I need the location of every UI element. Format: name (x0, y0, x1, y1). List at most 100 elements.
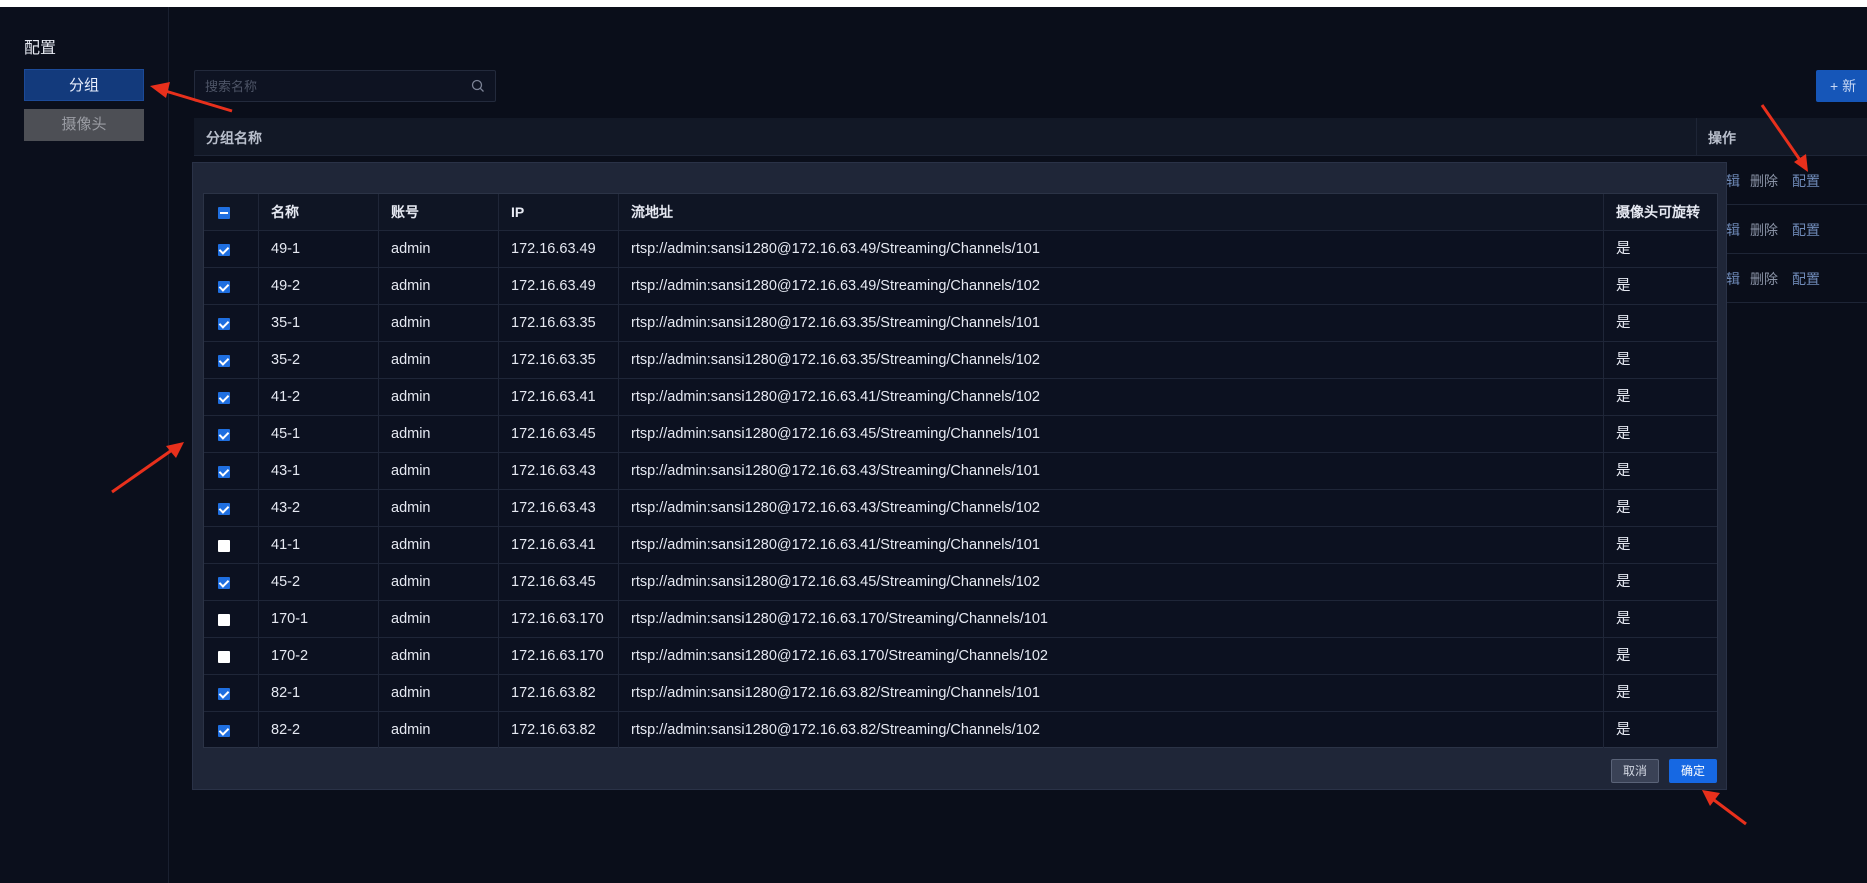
column-header-ip: IP (499, 194, 619, 230)
checkbox-cell (204, 231, 259, 267)
camera-stream-url: rtsp://admin:sansi1280@172.16.63.49/Stre… (619, 268, 1604, 304)
sidebar: 配置 分组 摄像头 (0, 7, 169, 883)
ok-button[interactable]: 确定 (1669, 759, 1717, 783)
camera-name: 82-1 (259, 675, 379, 711)
camera-ip: 172.16.63.170 (499, 601, 619, 637)
sidebar-item-camera[interactable]: 摄像头 (24, 109, 144, 141)
select-all-checkbox[interactable] (218, 207, 230, 219)
select-all-cell (204, 194, 259, 230)
camera-rotatable: 是 (1616, 722, 1631, 738)
camera-stream-url: rtsp://admin:sansi1280@172.16.63.41/Stre… (619, 379, 1604, 415)
camera-stream-url: rtsp://admin:sansi1280@172.16.63.45/Stre… (619, 416, 1604, 452)
row-checkbox[interactable] (218, 429, 230, 441)
table-row: 41-1 admin 172.16.63.41 rtsp://admin:sansi1… (204, 527, 1717, 564)
row-checkbox[interactable] (218, 540, 230, 552)
row-checkbox[interactable] (218, 355, 230, 367)
camera-account: admin (379, 416, 499, 452)
camera-name: 170-2 (259, 638, 379, 674)
checkbox-cell (204, 601, 259, 637)
camera-stream-url: rtsp://admin:sansi1280@172.16.63.49/Stre… (619, 231, 1604, 267)
new-button[interactable]: + 新 (1816, 70, 1867, 102)
camera-name: 49-2 (259, 268, 379, 304)
checkbox-cell (204, 342, 259, 378)
row-checkbox[interactable] (218, 281, 230, 293)
row-checkbox[interactable] (218, 614, 230, 626)
delete-link[interactable]: 删除 (1750, 220, 1778, 240)
table-row: 35-2 admin 172.16.63.35 rtsp://admin:sansi1… (204, 342, 1717, 379)
camera-stream-url: rtsp://admin:sansi1280@172.16.63.43/Stre… (619, 490, 1604, 526)
camera-account: admin (379, 638, 499, 674)
camera-rotatable: 是 (1616, 426, 1631, 442)
camera-account: admin (379, 490, 499, 526)
row-checkbox[interactable] (218, 318, 230, 330)
checkbox-cell (204, 416, 259, 452)
row-checkbox[interactable] (218, 651, 230, 663)
camera-ip: 172.16.63.43 (499, 490, 619, 526)
group-table-header: 分组名称 操作 (194, 118, 1867, 156)
camera-account: admin (379, 342, 499, 378)
table-row: 82-2 admin 172.16.63.82 rtsp://admin:sansi1… (204, 712, 1717, 749)
table-row: 49-1 admin 172.16.63.49 rtsp://admin:sansi1… (204, 231, 1717, 268)
camera-stream-url: rtsp://admin:sansi1280@172.16.63.170/Str… (619, 638, 1604, 674)
table-row: 43-2 admin 172.16.63.43 rtsp://admin:sansi1… (204, 490, 1717, 527)
config-link[interactable]: 配置 (1792, 171, 1820, 191)
delete-link[interactable]: 删除 (1750, 171, 1778, 191)
camera-ip: 172.16.63.35 (499, 342, 619, 378)
camera-ip: 172.16.63.43 (499, 453, 619, 489)
search-input[interactable] (195, 71, 495, 101)
camera-account: admin (379, 268, 499, 304)
sidebar-item-group[interactable]: 分组 (24, 69, 144, 101)
config-link[interactable]: 配置 (1792, 269, 1820, 289)
table-row: 170-2 admin 172.16.63.170 rtsp://admin:sans… (204, 638, 1717, 675)
row-checkbox[interactable] (218, 688, 230, 700)
camera-ip: 172.16.63.170 (499, 638, 619, 674)
camera-rotatable: 是 (1616, 574, 1631, 590)
camera-ip: 172.16.63.45 (499, 564, 619, 600)
row-checkbox[interactable] (218, 392, 230, 404)
config-link[interactable]: 配置 (1792, 220, 1820, 240)
camera-stream-url: rtsp://admin:sansi1280@172.16.63.170/Str… (619, 601, 1604, 637)
checkbox-cell (204, 712, 259, 748)
camera-account: admin (379, 305, 499, 341)
camera-rotatable: 是 (1616, 537, 1631, 553)
table-row: 43-1 admin 172.16.63.43 rtsp://admin:sansi1… (204, 453, 1717, 490)
camera-rotatable: 是 (1616, 389, 1631, 405)
top-strip (0, 0, 1867, 7)
camera-name: 43-1 (259, 453, 379, 489)
row-checkbox[interactable] (218, 244, 230, 256)
row-checkbox[interactable] (218, 577, 230, 589)
camera-stream-url: rtsp://admin:sansi1280@172.16.63.35/Stre… (619, 305, 1604, 341)
checkbox-cell (204, 527, 259, 563)
search-icon[interactable] (471, 79, 485, 93)
column-header-operations: 操作 (1708, 130, 1736, 146)
camera-ip: 172.16.63.82 (499, 675, 619, 711)
delete-link[interactable]: 删除 (1750, 269, 1778, 289)
camera-account: admin (379, 527, 499, 563)
checkbox-cell (204, 490, 259, 526)
column-header-group-name: 分组名称 (206, 130, 262, 146)
table-row: 35-1 admin 172.16.63.35 rtsp://admin:sansi1… (204, 305, 1717, 342)
camera-stream-url: rtsp://admin:sansi1280@172.16.63.41/Stre… (619, 527, 1604, 563)
row-checkbox[interactable] (218, 466, 230, 478)
camera-rotatable: 是 (1616, 463, 1631, 479)
edit-link[interactable]: 辑 (1726, 171, 1740, 191)
edit-link[interactable]: 辑 (1726, 269, 1740, 289)
camera-rotatable: 是 (1616, 500, 1631, 516)
row-checkbox[interactable] (218, 725, 230, 737)
checkbox-cell (204, 453, 259, 489)
camera-table: 名称 账号 IP 流地址 摄像头可旋转 49-1 admin 172.16.63.4… (203, 193, 1718, 749)
camera-name: 170-1 (259, 601, 379, 637)
camera-name: 41-2 (259, 379, 379, 415)
column-header-account: 账号 (379, 194, 499, 230)
camera-ip: 172.16.63.49 (499, 268, 619, 304)
cancel-button[interactable]: 取消 (1611, 759, 1659, 783)
edit-link[interactable]: 辑 (1726, 220, 1740, 240)
camera-ip: 172.16.63.35 (499, 305, 619, 341)
camera-stream-url: rtsp://admin:sansi1280@172.16.63.45/Stre… (619, 564, 1604, 600)
table-row: 170-1 admin 172.16.63.170 rtsp://admin:sans… (204, 601, 1717, 638)
table-row: 82-1 admin 172.16.63.82 rtsp://admin:sansi1… (204, 675, 1717, 712)
camera-rotatable: 是 (1616, 315, 1631, 331)
table-row: 辑 删除 配置 (1726, 254, 1867, 303)
row-checkbox[interactable] (218, 503, 230, 515)
table-row: 49-2 admin 172.16.63.49 rtsp://admin:sansi1… (204, 268, 1717, 305)
